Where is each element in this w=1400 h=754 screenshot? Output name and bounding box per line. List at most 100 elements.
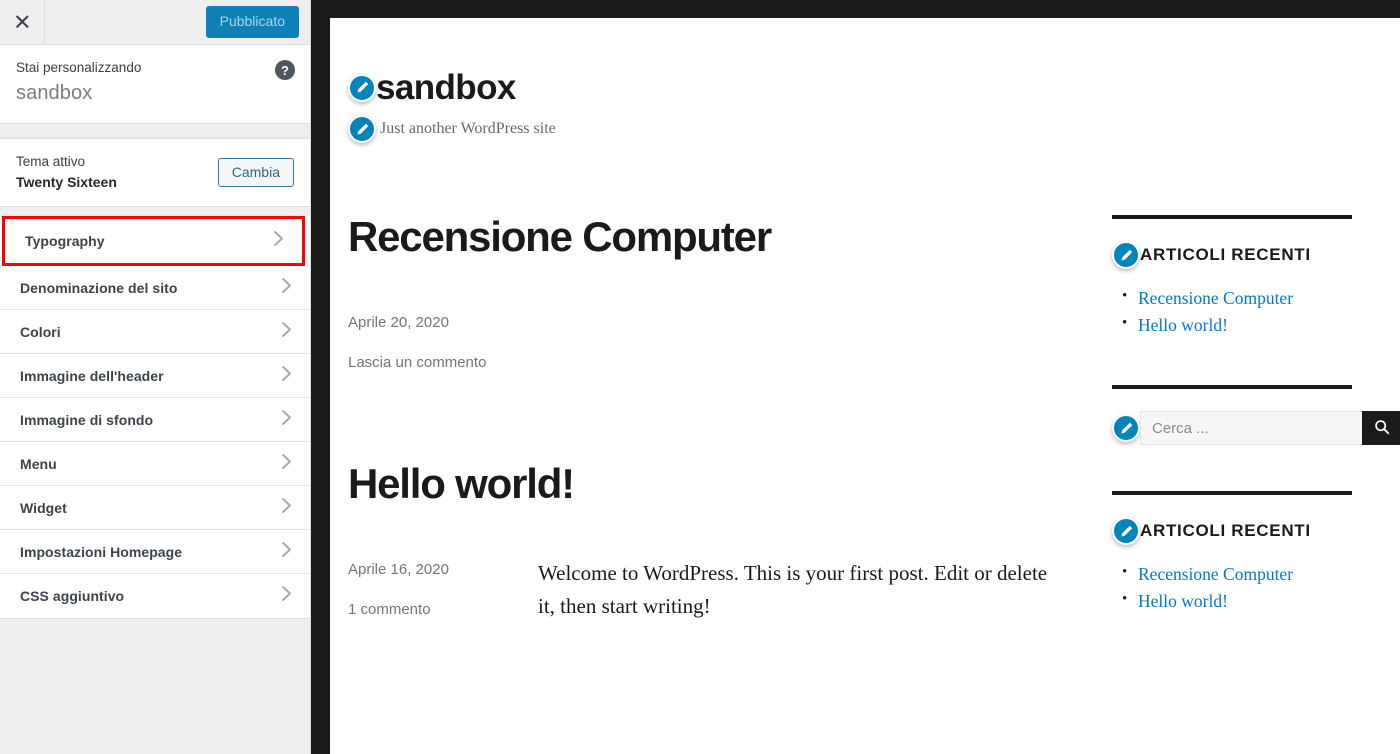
search-button[interactable] [1362,411,1400,446]
chevron-right-icon [281,321,292,342]
pencil-icon [1119,248,1134,263]
site-branding: sandbox Just another WordPress site [330,18,1400,143]
pencil-icon [355,80,370,95]
sidebar-item-denominazione-del-sito[interactable]: Denominazione del sito [0,266,310,311]
customizer-screen: Pubblicato Stai personalizzando sandbox … [0,0,1400,754]
chevron-right-icon [281,586,292,607]
edit-shortcut-site-description[interactable] [348,115,376,143]
chevron-right-icon [281,277,292,298]
widget-link-list: Recensione Computer Hello world! [1112,561,1400,615]
search-form [1140,411,1400,446]
site-body: Recensione Computer Aprile 20, 2020 Lascia… [330,143,1400,708]
post: Hello world! Aprile 16, 2020 1 commento Wel… [348,460,1058,622]
edit-shortcut-site-title[interactable] [348,73,376,102]
site-description: Just another WordPress site [380,120,556,137]
widget-link[interactable]: Hello world! [1138,591,1228,611]
chevron-right-icon [281,365,292,386]
sidebar-item-label: Widget [20,499,67,516]
site-description-row: Just another WordPress site [348,115,1400,143]
list-item: Recensione Computer [1122,561,1400,588]
site-title[interactable]: sandbox [376,70,516,105]
search-icon [1374,419,1390,438]
sidebar-item-immagine-dell-header[interactable]: Immagine dell'header [0,354,310,399]
widget-header: ARTICOLI RECENTI [1112,241,1400,269]
widget-divider [1112,215,1352,219]
customizer-topbar: Pubblicato [0,0,310,45]
post-body: Aprile 20, 2020 Lascia un commento [348,310,1058,374]
widget-link-list: Recensione Computer Hello world! [1112,285,1400,339]
sidebar-item-widget[interactable]: Widget [0,486,310,531]
post-title[interactable]: Hello world! [348,460,1058,507]
close-button[interactable] [0,0,45,44]
pencil-icon [1119,524,1134,539]
widget-link[interactable]: Recensione Computer [1138,564,1293,584]
chevron-right-icon [273,231,284,252]
chevron-right-icon [281,453,292,474]
customizer-menu: Typography Denominazione del sito Colori Im… [0,216,310,620]
list-item: Recensione Computer [1122,285,1400,312]
widget-recent-posts: ARTICOLI RECENTI Recensione Computer Hello… [1112,491,1400,615]
publish-button[interactable]: Pubblicato [205,6,299,38]
edit-shortcut[interactable] [1112,517,1140,546]
sidebar-item-label: Immagine dell'header [20,367,164,384]
post-list: Recensione Computer Aprile 20, 2020 Lascia… [348,213,1058,708]
list-item: Hello world! [1122,312,1400,339]
search-input[interactable] [1140,411,1362,446]
change-theme-button[interactable]: Cambia [217,157,294,187]
panel-spacer [0,124,310,139]
sidebar-item-immagine-di-sfondo[interactable]: Immagine di sfondo [0,398,310,443]
sidebar-item-colori[interactable]: Colori [0,310,310,355]
post-meta: Aprile 16, 2020 1 commento [348,557,538,622]
sidebar-item-menu[interactable]: Menu [0,442,310,487]
pencil-icon [1119,421,1134,436]
menu-spacer [0,207,310,217]
site-preview-frame[interactable]: sandbox Just another WordPress site Rece… [330,18,1400,754]
customizer-actions: Pubblicato [45,0,310,44]
sidebar-item-label: Immagine di sfondo [20,411,154,428]
sidebar-item-label: Denominazione del sito [20,279,178,296]
chevron-right-icon [281,409,292,430]
post-meta: Aprile 20, 2020 Lascia un commento [348,310,538,374]
help-icon[interactable]: ? [275,60,295,80]
sidebar-item-label: CSS aggiuntivo [20,588,125,605]
post-date: Aprile 16, 2020 [348,561,449,579]
active-theme-row: Tema attivo Twenty Sixteen Cambia [0,138,310,208]
active-theme-text: Tema attivo Twenty Sixteen [16,152,117,192]
widget-link[interactable]: Recensione Computer [1138,288,1293,308]
post-date: Aprile 20, 2020 [348,314,449,332]
post-title[interactable]: Recensione Computer [348,213,1058,260]
pencil-icon [355,122,370,137]
customizing-site-title: sandbox [16,82,93,105]
site-title-row: sandbox [348,70,1400,105]
widget-title: ARTICOLI RECENTI [1140,521,1311,541]
active-theme-name: Twenty Sixteen [16,173,117,190]
widget-divider [1112,385,1352,390]
widget-link[interactable]: Hello world! [1138,315,1228,335]
post: Recensione Computer Aprile 20, 2020 Lascia… [348,213,1058,374]
sidebar-item-impostazioni-homepage[interactable]: Impostazioni Homepage [0,530,310,575]
sidebar-item-label: Impostazioni Homepage [20,543,183,560]
sidebar-item-css-aggiuntivo[interactable]: CSS aggiuntivo [0,574,310,619]
post-excerpt: Welcome to WordPress. This is your first… [538,561,1048,618]
list-item: Hello world! [1122,588,1400,615]
widget-search [1112,385,1400,446]
sidebar-item-label: Colori [20,323,61,340]
search-widget [1112,411,1400,446]
sidebar-empty-area [0,619,310,754]
post-body: Aprile 16, 2020 1 commento Welcome to Word… [348,557,1058,622]
post-comments-link[interactable]: 1 commento [348,599,538,622]
sidebar-item-label: Typography [25,233,105,250]
edit-shortcut[interactable] [1112,414,1140,443]
widget-area: ARTICOLI RECENTI Recensione Computer Hello… [1058,213,1400,708]
chevron-right-icon [281,497,292,518]
sidebar-item-label: Menu [20,455,57,472]
close-icon [15,15,29,29]
widget-header: ARTICOLI RECENTI [1112,517,1400,546]
customizer-sidebar: Pubblicato Stai personalizzando sandbox … [0,0,311,754]
edit-shortcut[interactable] [1112,241,1140,269]
customizing-info-panel: Stai personalizzando sandbox ? [0,45,310,125]
widget-divider [1112,491,1352,496]
preview-shell: sandbox Just another WordPress site Rece… [311,0,1400,754]
post-comments-link[interactable]: Lascia un commento [348,352,538,375]
sidebar-item-typography[interactable]: Typography [2,216,305,267]
